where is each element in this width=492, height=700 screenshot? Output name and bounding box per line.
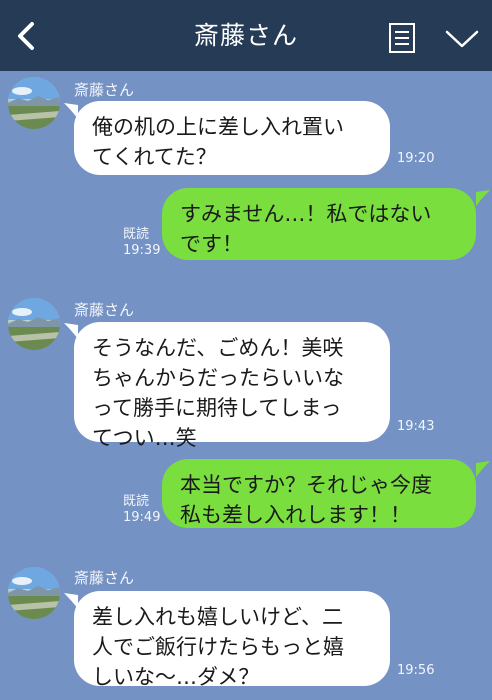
message-time: 19:43 (397, 419, 435, 434)
sender-name: 斎藤さん (74, 301, 135, 319)
read-receipt: 既読 (123, 227, 150, 242)
chevron-left-icon[interactable] (12, 20, 40, 52)
outgoing-message-bubble[interactable]: 本当ですか？それじゃ今度 私も差し入れします！！ (162, 459, 476, 528)
message-time: 19:20 (397, 151, 435, 166)
bubble-tail (476, 461, 490, 477)
chevron-down-icon[interactable] (442, 26, 482, 52)
message-time: 19:49 (123, 510, 161, 525)
sender-name: 斎藤さん (74, 81, 135, 99)
read-receipt: 既読 (123, 494, 150, 509)
sender-name: 斎藤さん (74, 569, 135, 587)
incoming-message-bubble[interactable]: 俺の机の上に差し入れ置い てくれてた？ (74, 101, 390, 175)
avatar[interactable] (8, 567, 60, 619)
avatar[interactable] (8, 298, 60, 350)
avatar[interactable] (8, 77, 60, 129)
chat-header: 斎藤さん (0, 0, 492, 71)
incoming-message-bubble[interactable]: そうなんだ、ごめん！美咲 ちゃんからだったらいいな って勝手に期待してしまっ て… (74, 322, 390, 450)
message-time: 19:56 (397, 663, 435, 678)
outgoing-message-bubble[interactable]: すみません…！私ではない です！ (162, 188, 476, 260)
incoming-message-bubble[interactable]: 差し入れも嬉しいけど、二 人でご飯行けたらもっと嬉 しいな〜…ダメ？ (74, 591, 390, 689)
bubble-tail (476, 190, 490, 206)
message-time: 19:39 (123, 243, 161, 258)
note-icon[interactable] (387, 22, 417, 54)
chat-title: 斎藤さん (193, 21, 298, 50)
